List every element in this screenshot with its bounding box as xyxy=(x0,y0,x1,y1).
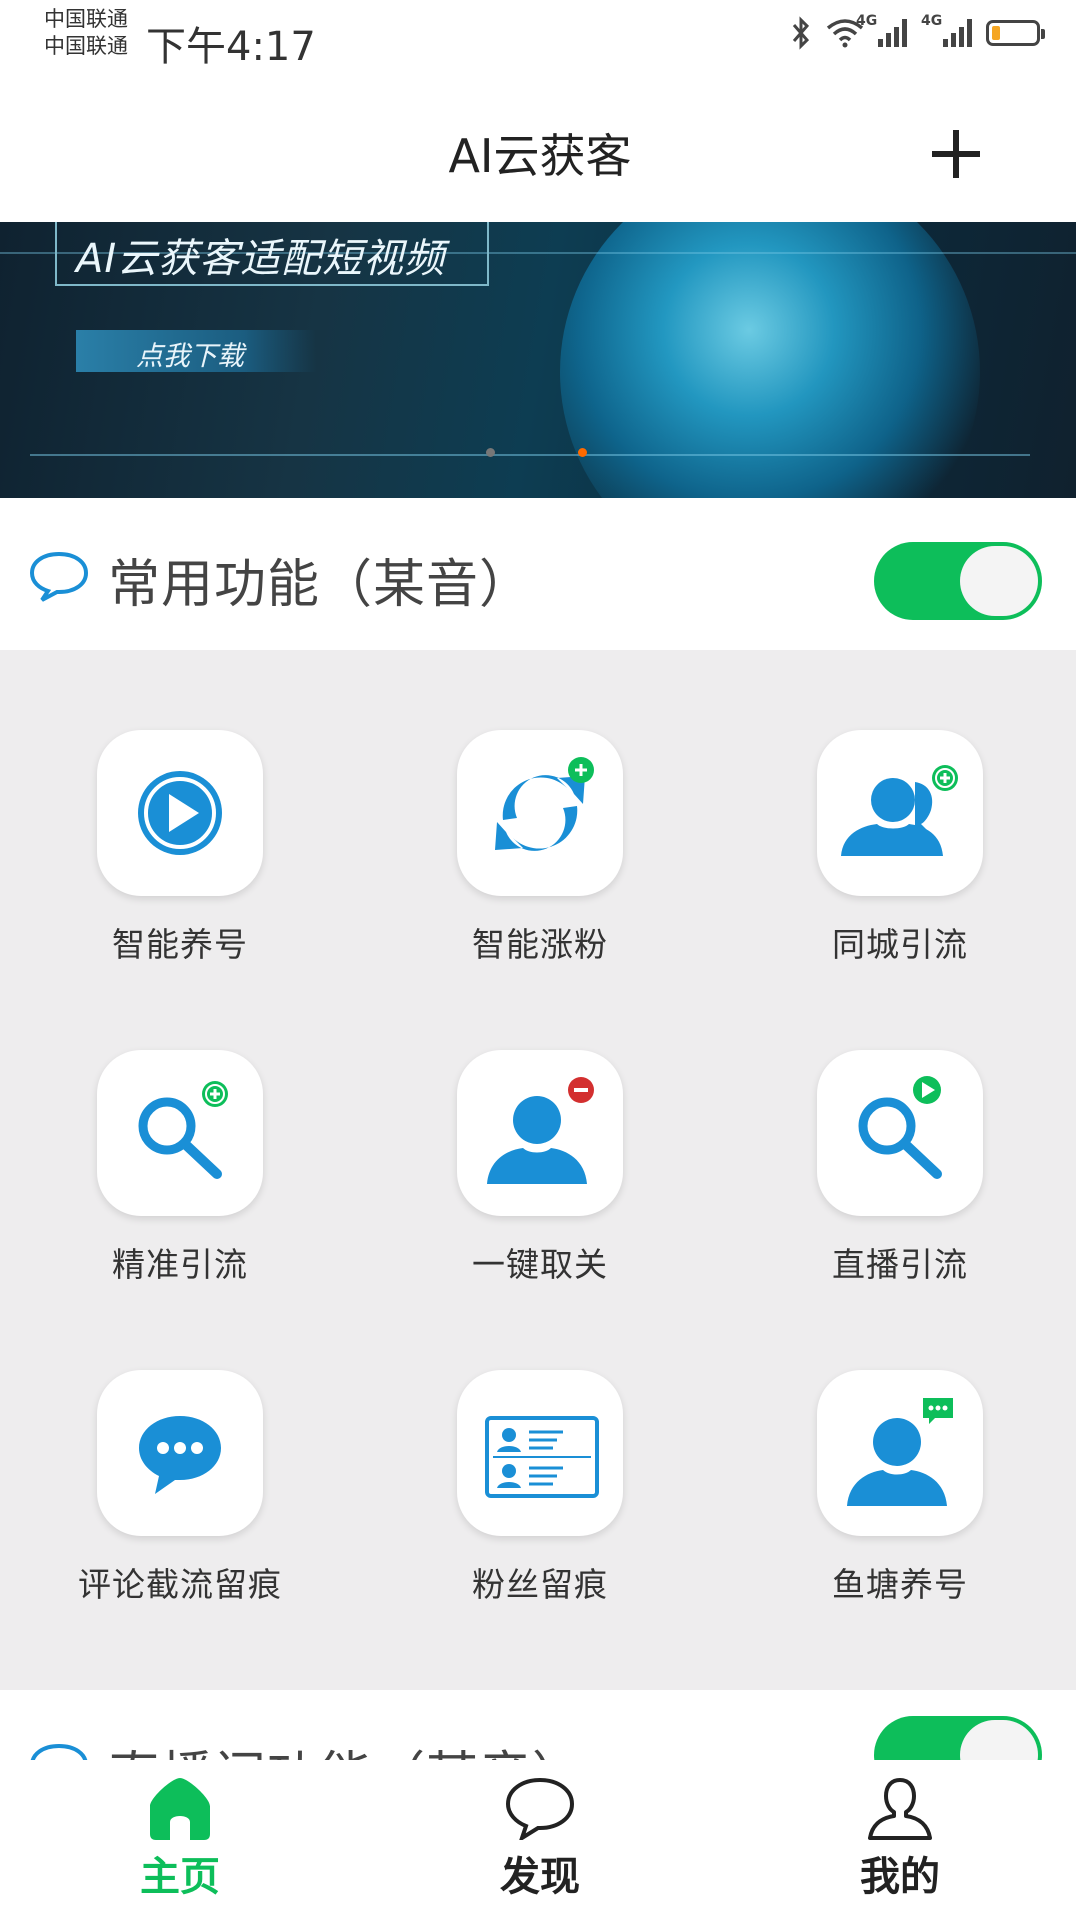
feature-local-traffic[interactable]: 同城引流 xyxy=(750,730,1050,966)
nav-label: 发现 xyxy=(500,1854,580,1900)
contact-card-icon xyxy=(485,1416,599,1498)
signal-icon: 4G xyxy=(856,13,907,47)
clock: 下午4:17 xyxy=(146,24,316,70)
user-minus-icon xyxy=(487,1077,594,1184)
feature-one-click-unfollow[interactable]: 一键取关 xyxy=(390,1050,690,1286)
globe-graphic xyxy=(560,222,980,498)
section-toggle[interactable] xyxy=(874,1716,1042,1760)
feature-label: 同城引流 xyxy=(832,925,968,964)
nav-discover[interactable]: 发现 xyxy=(440,1762,640,1902)
feature-label: 智能养号 xyxy=(112,925,248,964)
home-icon xyxy=(150,1778,210,1840)
section-common-header: 常用功能（某音） xyxy=(0,498,1080,650)
banner-line xyxy=(30,454,1030,456)
feature-live-traffic[interactable]: 直播引流 xyxy=(750,1050,1050,1286)
feature-label: 精准引流 xyxy=(112,1245,248,1284)
feature-smart-followers[interactable]: 智能涨粉 xyxy=(390,730,690,966)
toggle-knob xyxy=(960,1720,1038,1760)
chat-bubble-outline-icon xyxy=(29,551,89,602)
feature-tile[interactable] xyxy=(817,1370,983,1536)
download-button[interactable]: 点我下载 xyxy=(76,330,316,372)
user-message-icon xyxy=(847,1398,953,1506)
bottom-nav: 主页 发现 我的 xyxy=(0,1762,1080,1920)
person-icon xyxy=(868,1778,932,1840)
promo-banner[interactable]: AI云获客适配短视频 点我下载 xyxy=(0,222,1076,498)
status-bar: 中国联通 中国联通 下午4:17 4G 4G xyxy=(0,0,1080,78)
feature-label: 智能涨粉 xyxy=(472,925,608,964)
feature-label: 一键取关 xyxy=(472,1245,608,1284)
nav-home[interactable]: 主页 xyxy=(80,1762,280,1902)
feature-tile[interactable] xyxy=(817,730,983,896)
search-play-icon xyxy=(858,1076,942,1179)
sync-plus-icon xyxy=(495,757,594,851)
feature-label: 直播引流 xyxy=(832,1245,968,1284)
carrier-1: 中国联通 xyxy=(44,7,128,31)
section-title: 常用功能（某音） xyxy=(108,555,533,615)
signal-icon: 4G xyxy=(921,13,972,47)
feature-tile[interactable] xyxy=(457,1050,623,1216)
feature-grid: 智能养号 智能涨粉 同城引流 精准引流 一键取关 直播引流 评论截流留痕 粉丝留… xyxy=(0,650,1076,1690)
carrier-info: 中国联通 中国联通 xyxy=(44,6,128,60)
users-plus-icon xyxy=(841,765,958,856)
section-toggle[interactable] xyxy=(874,542,1042,620)
feature-tile[interactable] xyxy=(97,1370,263,1536)
status-icons: 4G 4G xyxy=(790,13,1045,50)
feature-tile[interactable] xyxy=(457,730,623,896)
carrier-2: 中国联通 xyxy=(44,34,128,58)
download-button-label: 点我下载 xyxy=(136,341,244,372)
battery-level xyxy=(992,26,1000,40)
play-circle-icon xyxy=(138,771,222,855)
feature-tile[interactable] xyxy=(457,1370,623,1536)
feature-pond-nurture[interactable]: 鱼塘养号 xyxy=(750,1370,1050,1606)
feature-tile[interactable] xyxy=(97,1050,263,1216)
chat-icon xyxy=(505,1777,575,1840)
feature-label: 鱼塘养号 xyxy=(832,1565,968,1604)
section-live-header: 直播间功能（某音） xyxy=(0,1690,1080,1760)
search-plus-icon xyxy=(138,1081,228,1179)
carousel-dot[interactable] xyxy=(486,448,495,457)
nav-label: 我的 xyxy=(860,1854,940,1900)
title-bar: AI云获客 xyxy=(0,78,1080,220)
bluetooth-icon xyxy=(792,16,810,50)
feature-precise-traffic[interactable]: 精准引流 xyxy=(30,1050,330,1286)
page-title: AI云获客 xyxy=(448,129,632,183)
chat-bubble-icon xyxy=(139,1416,221,1494)
toggle-knob xyxy=(960,546,1038,616)
nav-profile[interactable]: 我的 xyxy=(800,1762,1000,1902)
carousel-dot-active[interactable] xyxy=(578,448,587,457)
feature-comment-trace[interactable]: 评论截流留痕 xyxy=(30,1370,330,1606)
banner-headline: AI云获客适配短视频 xyxy=(76,236,446,282)
feature-label: 粉丝留痕 xyxy=(472,1565,608,1604)
battery-icon xyxy=(986,20,1045,46)
feature-fan-trace[interactable]: 粉丝留痕 xyxy=(390,1370,690,1606)
section-title: 直播间功能（某音） xyxy=(108,1734,585,1760)
feature-label: 评论截流留痕 xyxy=(78,1565,282,1604)
nav-label: 主页 xyxy=(140,1854,220,1900)
feature-tile[interactable] xyxy=(817,1050,983,1216)
feature-tile[interactable] xyxy=(97,730,263,896)
plus-icon[interactable] xyxy=(932,130,980,178)
feature-smart-nurture[interactable]: 智能养号 xyxy=(30,730,330,966)
chat-bubble-outline-icon xyxy=(30,1743,88,1760)
